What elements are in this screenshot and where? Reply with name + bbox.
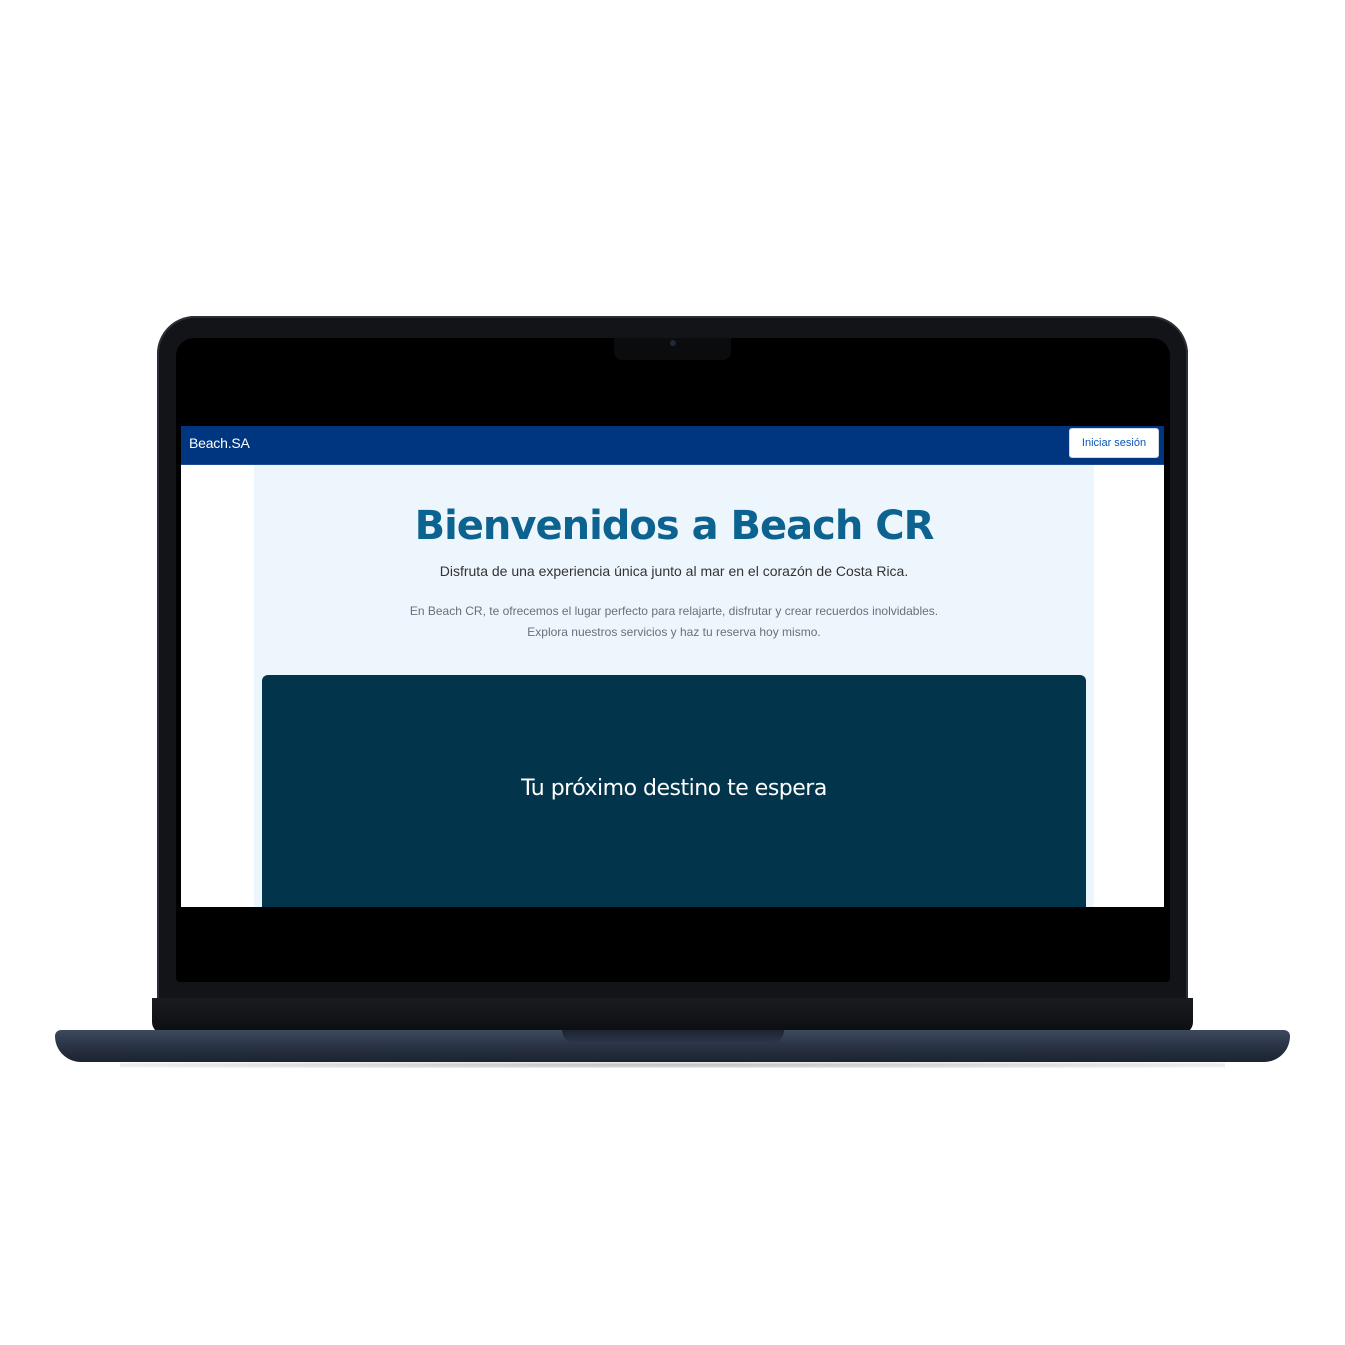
web-page: Beach.SA Iniciar sesión Bienvenidos a Be… [181,426,1164,907]
destination-banner: Tu próximo destino te espera [262,675,1086,907]
banner-text: Tu próximo destino te espera [521,775,827,801]
brand-logo[interactable]: Beach.SA [189,435,250,451]
laptop-shadow [120,1062,1225,1068]
camera-icon [670,340,676,346]
hero-subtitle: Disfruta de una experiencia única junto … [439,563,909,579]
hero-description-line-2: Explora nuestros servicios y haz tu rese… [527,625,821,639]
hero-section: Bienvenidos a Beach CR Disfruta de una e… [254,465,1094,907]
navbar: Beach.SA Iniciar sesión [181,426,1164,465]
login-button[interactable]: Iniciar sesión [1069,428,1159,458]
hero-description-line-1: En Beach CR, te ofrecemos el lugar perfe… [409,604,939,618]
page-title: Bienvenidos a Beach CR [414,503,935,549]
laptop-opening-notch [562,1030,784,1044]
laptop-hinge [152,998,1193,1034]
laptop-mockup: Beach.SA Iniciar sesión Bienvenidos a Be… [0,0,1345,1345]
hero-description: En Beach CR, te ofrecemos el lugar perfe… [254,601,1094,643]
